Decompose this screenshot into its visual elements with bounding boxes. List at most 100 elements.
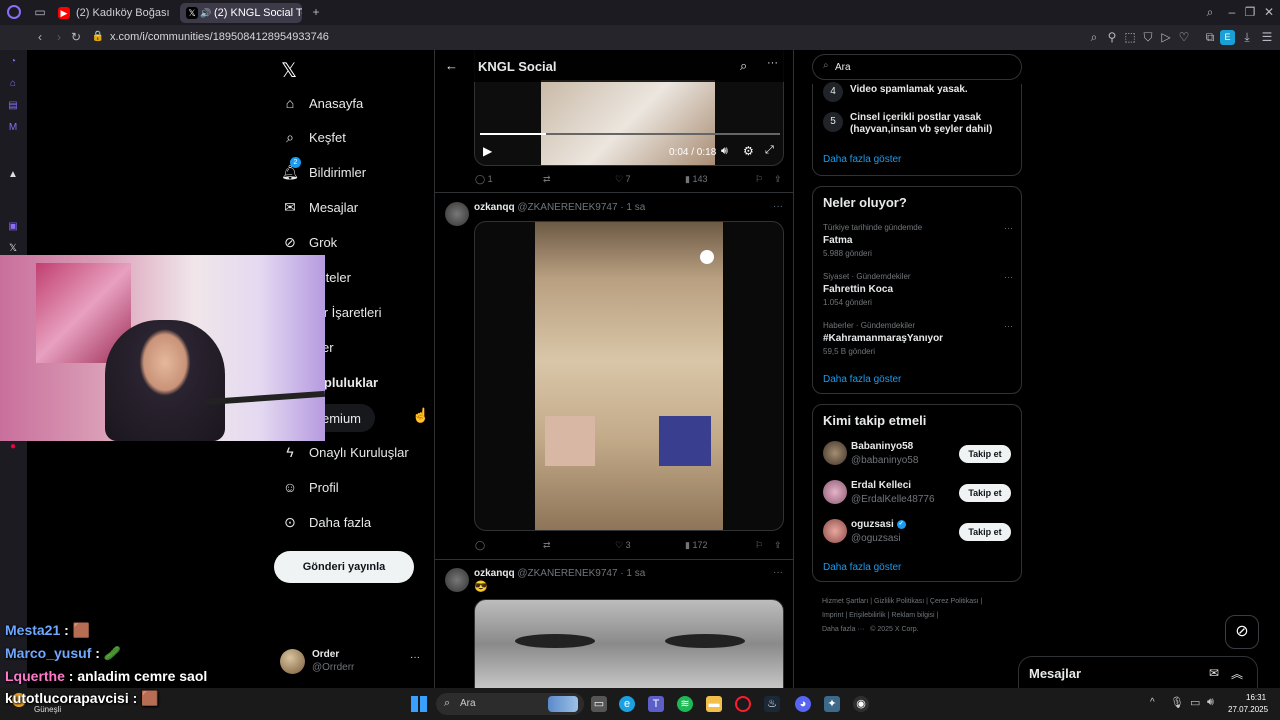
pin-icon[interactable]: ⚲ — [1105, 30, 1119, 44]
search-tabs-icon[interactable]: ⌕ — [1203, 5, 1217, 19]
footer-link[interactable]: Erişilebilirlik — [849, 612, 886, 619]
messages-drawer[interactable]: Mesajlar ✉ ︽ — [1018, 656, 1258, 690]
reply-action[interactable]: ◯ 1 — [475, 174, 493, 185]
share-icon[interactable]: ⇪ — [774, 174, 782, 185]
volume-icon[interactable]: 🔊︎ — [1207, 696, 1214, 709]
more-dots-icon[interactable]: ··· — [1004, 272, 1013, 282]
repost-action[interactable]: ⇄ — [543, 174, 551, 185]
views-action[interactable]: ▮ 172 — [685, 540, 707, 551]
new-message-icon[interactable]: ✉ — [1209, 666, 1219, 680]
play-button-icon[interactable]: ▶ — [483, 144, 492, 158]
discord-icon[interactable]: ◕ — [795, 696, 811, 712]
footer-link[interactable]: Imprint — [822, 612, 843, 619]
post-author-name[interactable]: ozkanqq — [474, 202, 515, 213]
like-action[interactable]: ♡ 7 — [615, 174, 631, 185]
trend-item[interactable]: Türkiye tarihinde gündemde Fatma 5.988 g… — [823, 223, 1013, 263]
close-window-icon[interactable]: ✕ — [1262, 5, 1276, 19]
back-icon[interactable]: ‹ — [33, 30, 47, 44]
steam-icon[interactable]: ♨ — [764, 696, 780, 712]
restore-icon[interactable]: ❐ — [1243, 5, 1257, 19]
shield-icon[interactable]: ⛉ — [1141, 30, 1155, 44]
snapshot-icon[interactable]: ⬚ — [1123, 30, 1137, 44]
footer-link[interactable]: Gizlilik Politikası — [874, 598, 924, 605]
back-arrow-icon[interactable]: ← — [445, 58, 458, 73]
play-icon[interactable]: ▷ — [1159, 30, 1173, 44]
post-media[interactable] — [474, 599, 784, 690]
more-dots-icon[interactable]: ··· — [410, 652, 420, 663]
menu-icon[interactable]: ☰ — [1260, 30, 1274, 44]
messenger-icon[interactable]: M — [6, 121, 20, 135]
profile-avatar[interactable]: E — [1220, 30, 1235, 45]
more-dots-icon[interactable]: ··· — [773, 567, 783, 578]
follow-suggestion[interactable]: oguzsasi ✓ @oguzsasi Takip et — [813, 517, 1021, 549]
bookmark-icon[interactable]: ⚐ — [755, 174, 763, 185]
more-dots-icon[interactable]: ··· — [1004, 321, 1013, 331]
reload-icon[interactable]: ↻ — [69, 30, 83, 44]
twitch-icon[interactable]: ▣ — [6, 220, 20, 234]
post-avatar[interactable] — [445, 202, 469, 226]
wallet-icon[interactable]: ⌂ — [6, 77, 20, 91]
post-button[interactable]: Gönderi yayınla — [274, 551, 414, 583]
speaker-icon[interactable]: 🔊 — [200, 7, 212, 19]
fullscreen-icon[interactable]: ⤢ — [765, 144, 774, 157]
more-dots-icon[interactable]: ··· — [767, 57, 778, 69]
search-input[interactable]: ⌕ Ara — [812, 54, 1022, 80]
more-dots-icon[interactable]: ··· — [1004, 223, 1013, 233]
grok-float-button[interactable]: ⊘ — [1225, 615, 1259, 649]
follow-suggestion[interactable]: Erdal Kelleci @ErdalKelle48776 Takip et — [813, 478, 1021, 510]
post-author-handle[interactable]: @ZKANERENEK9747 — [517, 568, 617, 579]
post-media[interactable] — [474, 221, 784, 531]
footer-link[interactable]: Reklam bilgisi — [891, 612, 934, 619]
more-dots-icon[interactable]: ··· — [773, 201, 783, 212]
url-field[interactable]: x.com/i/communities/1895084128954933746 — [110, 31, 329, 43]
extensions-icon[interactable]: ⧉ — [1203, 30, 1217, 44]
display-icon[interactable]: ▭ — [1190, 696, 1200, 709]
trend-item[interactable]: Siyaset · Gündemdekiler Fahrettin Koca 1… — [823, 272, 1013, 312]
taskbar-search[interactable]: ⌕ Ara — [436, 693, 584, 715]
forward-icon[interactable]: › — [52, 30, 66, 44]
follow-button[interactable]: Takip et — [959, 445, 1011, 463]
who-show-more-link[interactable]: Daha fazla göster — [823, 562, 901, 573]
tab-x-community[interactable]: 𝕏 🔊 (2) KNGL Social Toplu — [180, 3, 302, 23]
nav-verified-orgs[interactable]: ϟ Onaylı Kuruluşlar — [281, 440, 408, 464]
obs-icon[interactable]: ◉ — [853, 696, 869, 712]
views-action[interactable]: ▮ 143 — [685, 174, 707, 185]
tab-overview-icon[interactable]: ▭ — [33, 5, 47, 19]
tab-youtube[interactable]: ▶ (2) Kadıköy Boğası - YouT — [52, 3, 172, 23]
search-icon[interactable]: ⌕ — [740, 58, 747, 74]
tray-chevron-icon[interactable]: ^ — [1150, 697, 1155, 708]
post-author-name[interactable]: ozkanqq — [474, 568, 515, 579]
trends-show-more-link[interactable]: Daha fazla göster — [823, 374, 901, 385]
news-icon[interactable]: ▤ — [6, 99, 20, 113]
repost-action[interactable]: ⇄ — [543, 540, 551, 551]
nav-explore[interactable]: ⌕ Keşfet — [281, 125, 346, 149]
mic-icon[interactable]: 🎙︎ — [1170, 696, 1184, 709]
volume-icon[interactable]: 🔊︎ — [721, 145, 728, 158]
task-view-icon[interactable]: ▭ — [591, 696, 607, 712]
file-explorer-icon[interactable]: ▬ — [706, 696, 722, 712]
ai-icon[interactable]: ◔ — [6, 55, 20, 69]
more-sidebar-icon[interactable]: ● — [6, 440, 20, 454]
reply-action[interactable]: ◯ — [475, 540, 485, 551]
share-icon[interactable]: ⇪ — [774, 540, 782, 551]
nav-home[interactable]: ⌂ Anasayfa — [281, 91, 363, 115]
clock-time[interactable]: 16:31 — [1246, 693, 1266, 702]
edge-icon[interactable]: e — [619, 696, 635, 712]
opera-taskbar-icon[interactable] — [735, 696, 751, 712]
x-logo-icon[interactable]: 𝕏 — [281, 58, 297, 83]
app-icon[interactable]: ✦ — [824, 696, 840, 712]
footer-link[interactable]: Daha fazla ··· — [822, 626, 864, 633]
follow-button[interactable]: Takip et — [959, 484, 1011, 502]
x-sidebar-icon[interactable]: 𝕏 — [6, 242, 20, 256]
opera-logo-icon[interactable] — [7, 5, 21, 19]
heart-icon[interactable]: ♡ — [1177, 30, 1191, 44]
footer-link[interactable]: Çerez Politikası — [930, 598, 979, 605]
nav-grok[interactable]: ⊘ Grok — [281, 230, 337, 254]
nav-notifications[interactable]: 🔔︎ 2 Bildirimler — [281, 157, 366, 184]
account-switcher[interactable]: Order @Orrderr ··· — [280, 648, 430, 678]
follow-button[interactable]: Takip et — [959, 523, 1011, 541]
new-tab-icon[interactable]: + — [309, 5, 323, 19]
trend-item[interactable]: Haberler · Gündemdekiler #KahramanmaraşY… — [823, 321, 1013, 361]
spotify-icon[interactable]: ≋ — [677, 696, 693, 712]
nav-profile[interactable]: ☺ Profil — [281, 475, 339, 499]
